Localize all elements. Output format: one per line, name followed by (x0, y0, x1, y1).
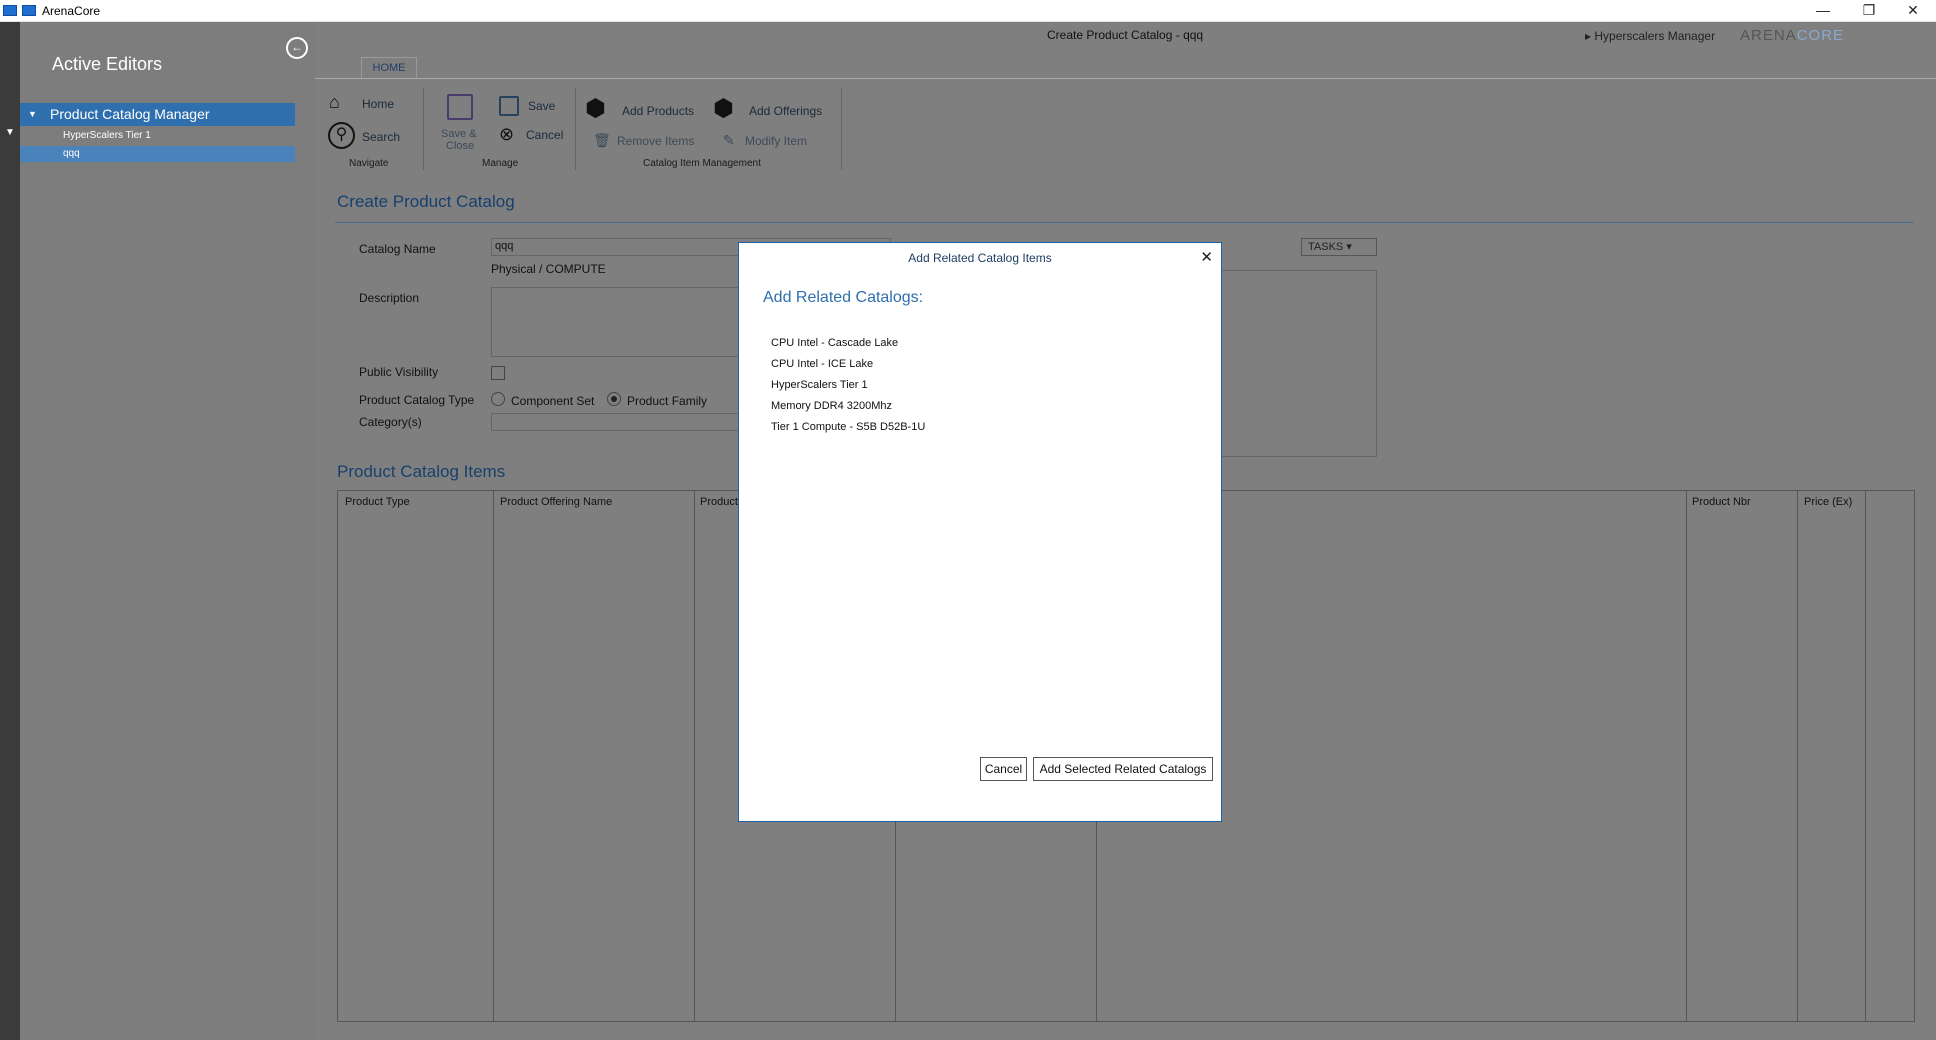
group-navigate-label: Navigate (349, 158, 389, 169)
close-window-button[interactable]: ✕ (1890, 0, 1936, 22)
window-titlebar: ArenaCore — ❐ ✕ (0, 0, 1936, 22)
chevron-down-icon[interactable]: ▼ (5, 127, 15, 138)
sidebar-title: Active Editors (52, 54, 163, 74)
sidebar-group-product-catalog-manager[interactable]: ▼ Product Catalog Manager (20, 103, 295, 126)
grid-column-divider (493, 491, 494, 1021)
create-product-catalog-heading: Create Product Catalog (337, 192, 515, 211)
column-header-product-type[interactable]: Product Type (345, 496, 410, 508)
add-related-catalog-items-dialog: Add Related Catalog Items ✕ Add Related … (738, 242, 1222, 822)
ribbon-separator (423, 88, 424, 170)
column-header-product-nbr[interactable]: Product Nbr (1692, 496, 1751, 508)
cancel-button[interactable]: Cancel (980, 757, 1027, 781)
logo-arena: ARENA (1740, 27, 1797, 44)
edit-icon[interactable]: ✎ (723, 132, 735, 149)
logo: ARENACORE (1740, 27, 1844, 44)
save-close-icon[interactable] (447, 94, 473, 120)
group-catalog-item-management-label: Catalog Item Management (643, 158, 761, 169)
categories-label: Category(s) (359, 415, 422, 429)
grid-column-divider (1686, 491, 1687, 1021)
home-icon[interactable]: ⌂ (329, 92, 340, 113)
sidebar-item-qqq[interactable]: qqq (20, 146, 295, 162)
ribbon-separator (841, 88, 842, 170)
left-strip: ▼ (0, 22, 20, 1040)
product-catalog-items-heading: Product Catalog Items (337, 462, 506, 481)
column-header-price[interactable]: Price (Ex) (1804, 496, 1852, 508)
list-item[interactable]: HyperScalers Tier 1 (771, 375, 925, 396)
grid-column-divider (1797, 491, 1798, 1021)
document-title: Create Product Catalog - qqq (1047, 28, 1204, 42)
group-manage-label: Manage (482, 158, 519, 169)
save-icon[interactable] (499, 96, 519, 116)
related-catalogs-panel (1221, 270, 1377, 457)
add-products-icon[interactable]: ⬢ (585, 94, 606, 123)
product-family-radio[interactable] (607, 392, 621, 406)
cancel-button[interactable]: Cancel (526, 128, 563, 142)
product-catalog-type-label: Product Catalog Type (359, 393, 475, 407)
sidebar-group-label: Product Catalog Manager (50, 106, 210, 122)
home-button[interactable]: Home (362, 97, 394, 111)
list-item[interactable]: Memory DDR4 3200Mhz (771, 396, 925, 417)
ribbon-separator (575, 88, 576, 170)
component-set-radio[interactable] (491, 392, 505, 406)
caret-down-icon[interactable]: ▼ (28, 103, 37, 126)
app-icon (3, 5, 17, 16)
tasks-label: TASKS (1308, 241, 1344, 253)
remove-items-button[interactable]: Remove Items (617, 134, 694, 148)
tab-divider (315, 78, 1936, 79)
list-item[interactable]: Tier 1 Compute - S5B D52B-1U (771, 417, 925, 438)
app-icon-secondary (22, 5, 36, 16)
tab-home[interactable]: HOME (361, 57, 417, 79)
active-editors-sidebar: Active Editors ← (20, 22, 315, 1040)
window-title: ArenaCore (42, 4, 101, 18)
grid-column-divider (694, 491, 695, 1021)
tasks-dropdown[interactable]: TASKS ▾ (1301, 238, 1377, 256)
public-visibility-checkbox[interactable] (491, 366, 505, 380)
catalog-type-note: Physical / COMPUTE (491, 262, 606, 276)
save-close-button-line2[interactable]: Close (446, 140, 474, 152)
add-selected-related-catalogs-button[interactable]: Add Selected Related Catalogs (1033, 757, 1213, 781)
section-divider (335, 222, 1914, 223)
column-header-product-offering-name[interactable]: Product Offering Name (500, 496, 612, 508)
cancel-icon[interactable]: ⊗ (499, 124, 514, 145)
collapse-sidebar-icon[interactable]: ← (286, 37, 308, 59)
dialog-heading: Add Related Catalogs: (763, 289, 924, 306)
list-item[interactable]: CPU Intel - ICE Lake (771, 354, 925, 375)
product-family-label: Product Family (627, 394, 708, 408)
dialog-title: Add Related Catalog Items (908, 251, 1052, 265)
breadcrumb-label: Hyperscalers Manager (1594, 29, 1716, 43)
component-set-label: Component Set (511, 394, 595, 408)
logo-core: CORE (1796, 27, 1845, 44)
public-visibility-label: Public Visibility (359, 365, 439, 379)
add-offerings-icon[interactable]: ⬢ (713, 94, 734, 123)
breadcrumb[interactable]: ▸ Hyperscalers Manager (1585, 29, 1715, 43)
search-button[interactable]: Search (362, 130, 400, 144)
chevron-down-icon: ▾ (1346, 241, 1352, 253)
minimize-button[interactable]: — (1800, 0, 1846, 22)
modify-item-button[interactable]: Modify Item (745, 134, 807, 148)
close-icon[interactable]: ✕ (1200, 248, 1213, 266)
search-icon[interactable]: ⚲ (328, 122, 355, 149)
restore-button[interactable]: ❐ (1846, 0, 1892, 22)
catalog-name-label: Catalog Name (359, 242, 436, 256)
add-products-button[interactable]: Add Products (622, 104, 694, 118)
list-item[interactable]: CPU Intel - Cascade Lake (771, 333, 925, 354)
sidebar-item-hyperscalers-tier-1[interactable]: HyperScalers Tier 1 (20, 128, 295, 144)
caret-right-icon: ▸ (1585, 29, 1595, 43)
save-close-button[interactable]: Save & (441, 128, 476, 140)
trash-icon[interactable]: 🗑 (593, 132, 611, 149)
add-offerings-button[interactable]: Add Offerings (749, 104, 822, 118)
related-catalog-list: CPU Intel - Cascade Lake CPU Intel - ICE… (771, 333, 925, 438)
column-header-product[interactable]: Product (700, 496, 738, 508)
save-button[interactable]: Save (528, 99, 555, 113)
grid-column-divider (1865, 491, 1866, 1021)
description-label: Description (359, 291, 420, 305)
